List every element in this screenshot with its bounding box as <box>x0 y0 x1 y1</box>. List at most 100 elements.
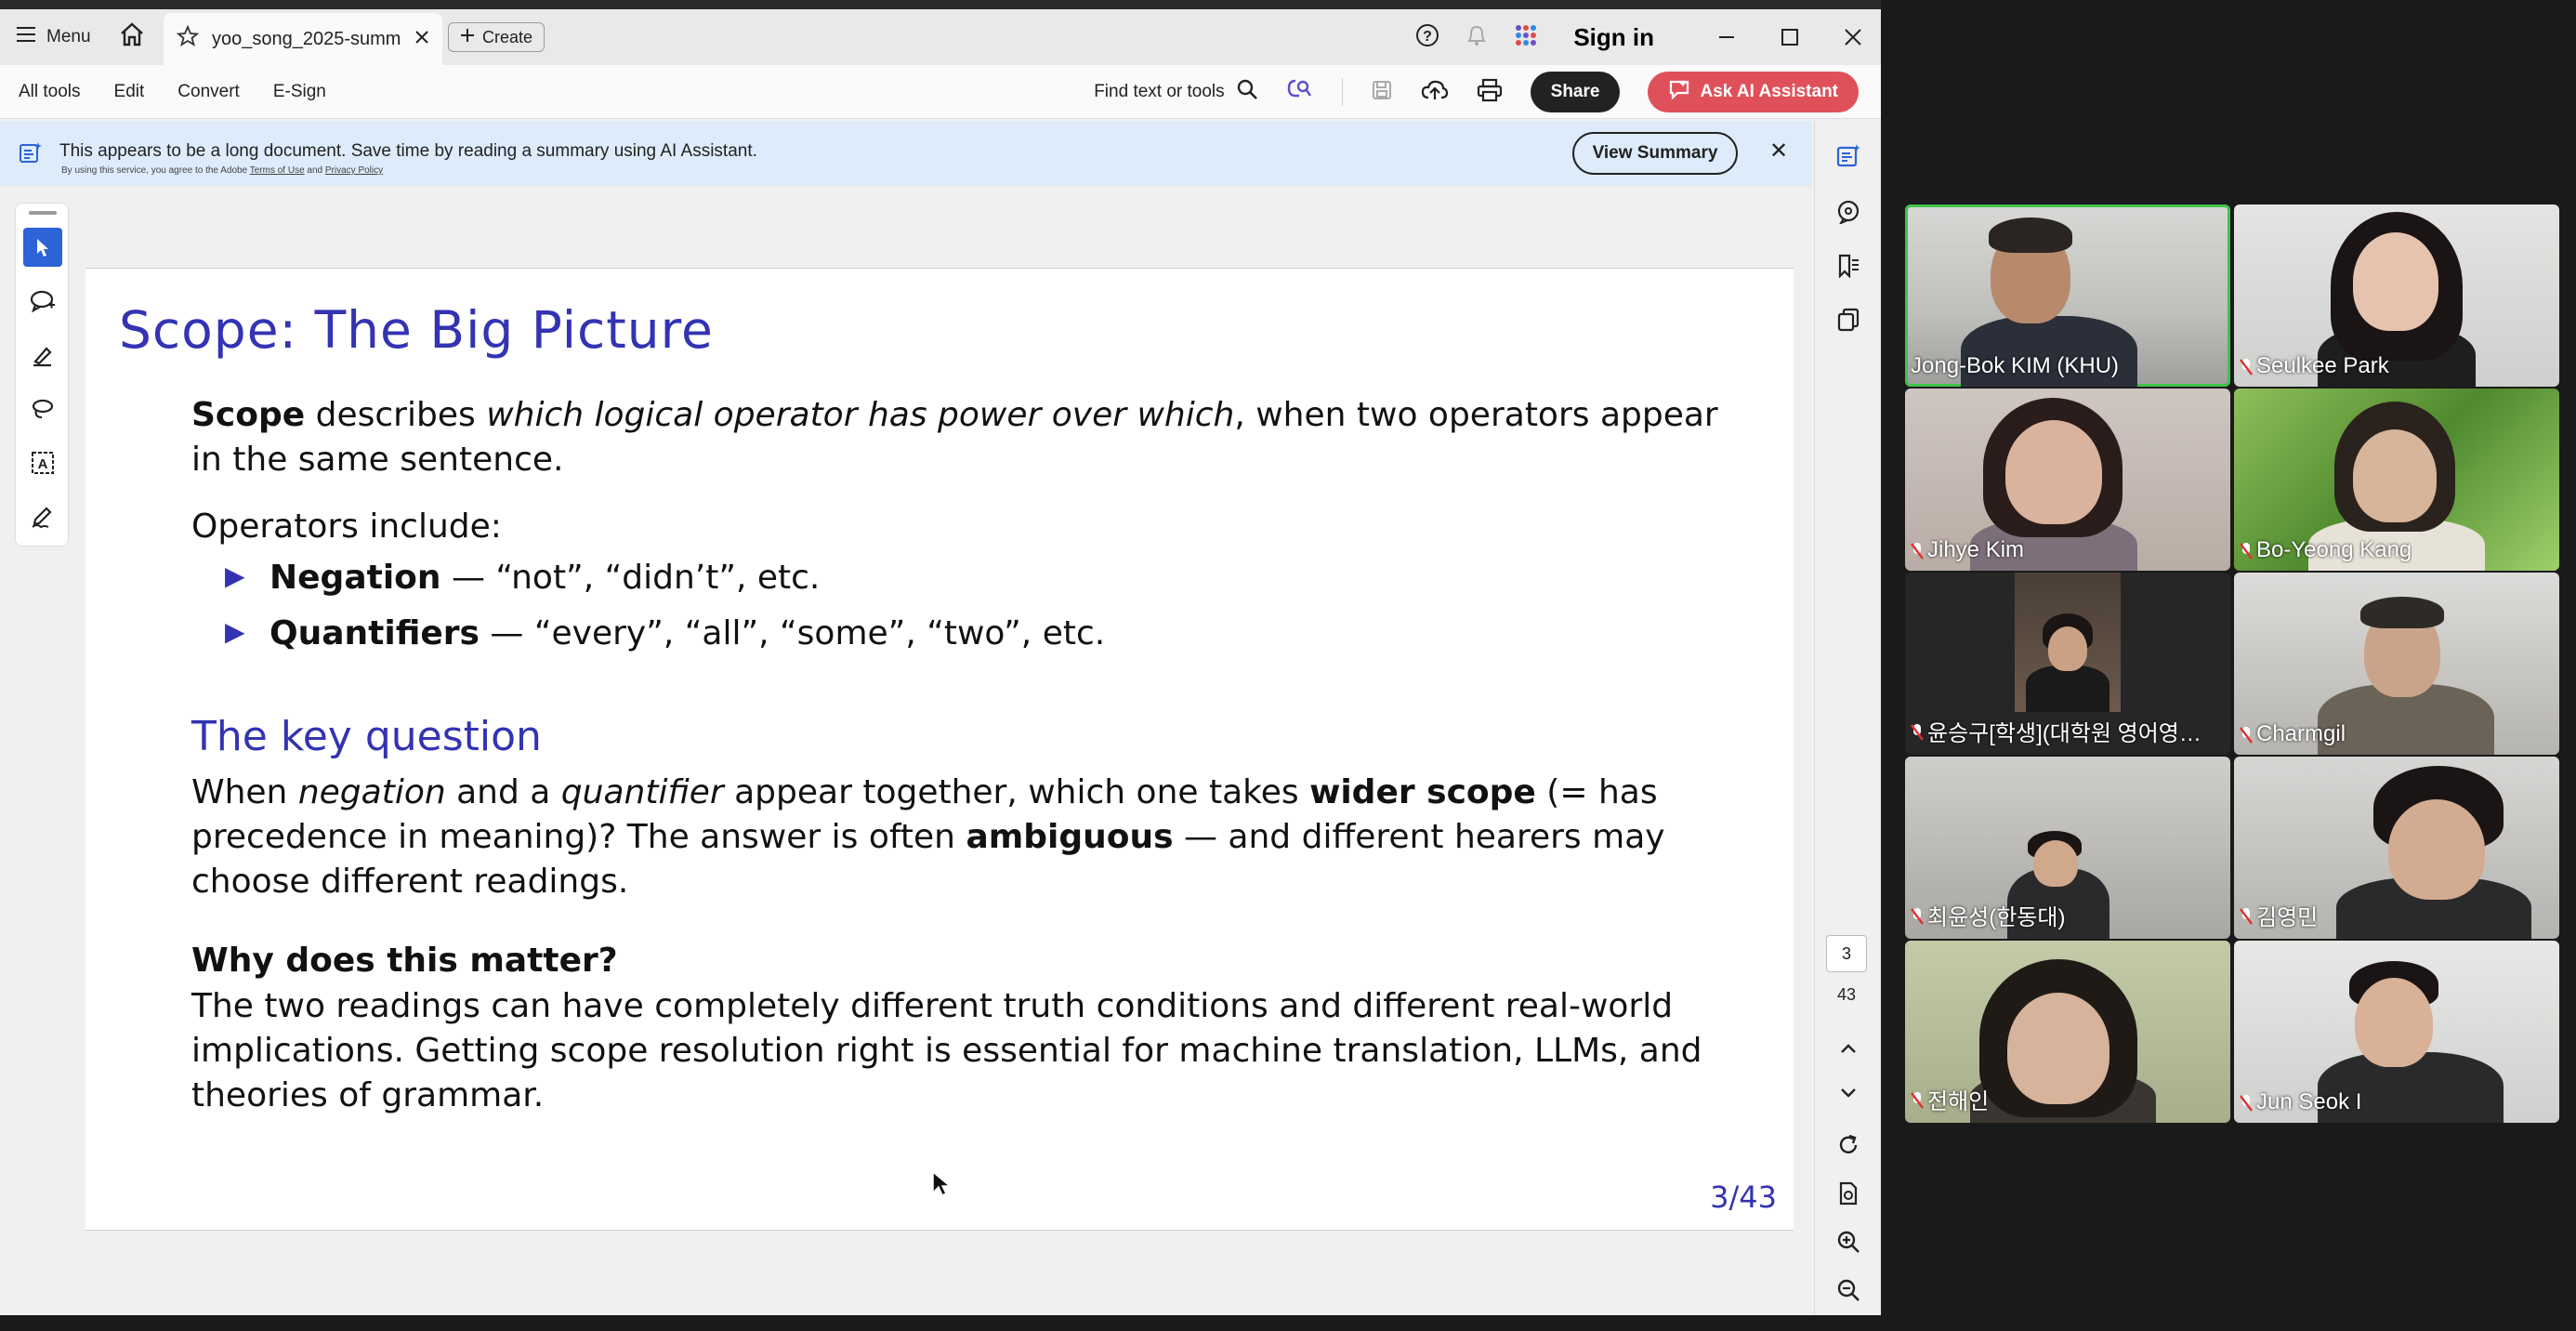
save-icon[interactable] <box>1371 79 1393 106</box>
participant-name-text: 김영민 <box>2256 905 2319 930</box>
zoom-out-icon[interactable] <box>1832 1273 1865 1307</box>
share-button[interactable]: Share <box>1530 72 1621 112</box>
rotate-refresh-icon[interactable] <box>1832 1128 1865 1162</box>
star-icon[interactable] <box>176 24 200 53</box>
participant-tile[interactable]: 최윤성(한동대) <box>1905 757 2230 939</box>
participant-name: Bo-Yeong Kang <box>2240 537 2412 563</box>
terms-of-use-link[interactable]: Terms of Use <box>250 165 305 176</box>
previous-page-icon[interactable] <box>1832 1032 1865 1065</box>
muted-mic-icon <box>2240 357 2253 376</box>
mouse-cursor-icon <box>931 1170 953 1203</box>
participant-tile[interactable]: Seulkee Park <box>2234 204 2559 387</box>
text-box-icon[interactable]: A <box>23 443 62 482</box>
comment-tool-icon[interactable] <box>23 282 62 321</box>
pdf-page: Scope: The Big Picture Scope describes w… <box>85 268 1794 1231</box>
cloud-upload-icon[interactable] <box>1421 79 1449 106</box>
menu-esign[interactable]: E-Sign <box>273 82 326 102</box>
current-page-input[interactable]: 3 <box>1826 935 1867 972</box>
rail-grip-handle[interactable] <box>29 211 57 215</box>
document-tab[interactable]: yoo_song_2025-summa... <box>164 13 442 65</box>
help-icon[interactable]: ? <box>1415 23 1439 52</box>
menu-convert[interactable]: Convert <box>177 82 240 102</box>
maximize-icon[interactable] <box>1771 28 1808 46</box>
kq-wider-scope: wider scope <box>1309 773 1536 811</box>
participant-name: 최윤성(한동대) <box>1911 899 2065 931</box>
participant-face <box>2033 840 2078 887</box>
participant-face <box>2048 626 2087 671</box>
p1-italic: which logical operator has power over wh… <box>486 396 1235 434</box>
kq-text-a: When <box>191 773 298 811</box>
total-pages: 43 <box>1836 985 1857 1004</box>
pages-panel-icon[interactable] <box>1832 303 1865 336</box>
highlight-pen-icon[interactable] <box>23 336 62 375</box>
close-window-icon[interactable] <box>1834 28 1872 46</box>
participant-tile[interactable]: Jong-Bok KIM (KHU) <box>1905 204 2230 387</box>
menu-all-tools[interactable]: All tools <box>19 82 81 102</box>
minimize-icon[interactable] <box>1708 28 1745 46</box>
menu-button[interactable]: Menu <box>17 22 91 52</box>
participant-tile[interactable]: Bo-Yeong Kang <box>2234 389 2559 571</box>
create-button[interactable]: Create <box>448 22 545 52</box>
sign-tool-icon[interactable] <box>23 497 62 536</box>
participant-face <box>2355 978 2433 1067</box>
quantifiers-term: Quantifiers <box>269 614 480 652</box>
toolbar-divider <box>1341 78 1343 106</box>
comments-panel-icon[interactable] <box>1832 195 1865 229</box>
slide-title: Scope: The Big Picture <box>119 300 714 360</box>
disclaimer-and: and <box>307 165 323 176</box>
notification-bell-icon[interactable] <box>1465 23 1488 52</box>
document-viewport[interactable]: Scope: The Big Picture Scope describes w… <box>80 186 1812 1315</box>
menu-edit[interactable]: Edit <box>114 82 145 102</box>
zoom-in-icon[interactable] <box>1832 1225 1865 1259</box>
participant-name: 전해인 <box>1911 1083 1989 1115</box>
participant-name: Jihye Kim <box>1911 537 2024 563</box>
find-tools-search[interactable]: Find text or tools <box>1094 78 1257 106</box>
why-text: The two readings can have completely dif… <box>191 987 1702 1114</box>
participant-name-text: 전해인 <box>1927 1089 1990 1114</box>
key-question-heading: The key question <box>191 713 542 760</box>
why-heading: Why does this matter? <box>191 942 618 980</box>
next-page-icon[interactable] <box>1832 1076 1865 1110</box>
close-banner-icon[interactable]: ✕ <box>1769 138 1788 165</box>
participant-name: Jong-Bok KIM (KHU) <box>1911 353 2119 379</box>
bullet-triangle-icon: ▶ <box>225 560 245 591</box>
participant-tile[interactable]: 김영민 <box>2234 757 2559 939</box>
muted-mic-icon <box>2240 1093 2253 1112</box>
quantifier-examples: — “every”, “all”, “some”, “two”, etc. <box>479 614 1106 652</box>
ask-ai-label: Ask AI Assistant <box>1700 82 1838 101</box>
participant-face <box>2353 232 2438 331</box>
participant-face <box>2005 420 2102 524</box>
sign-in-button[interactable]: Sign in <box>1573 23 1654 52</box>
muted-mic-icon <box>2240 725 2253 744</box>
negation-examples: — “not”, “didn’t”, etc. <box>440 559 821 597</box>
muted-mic-icon <box>1911 1090 1924 1109</box>
ai-assistant-icon <box>1668 79 1690 105</box>
home-button[interactable] <box>115 20 149 54</box>
bookmarks-panel-icon[interactable] <box>1832 249 1865 283</box>
view-summary-button[interactable]: View Summary <box>1572 132 1738 175</box>
select-tool-icon[interactable] <box>23 228 62 267</box>
muted-mic-icon <box>1911 541 1924 560</box>
right-rail: 3 43 <box>1814 121 1881 1315</box>
participant-name-text: Charmgil <box>2256 721 2346 746</box>
scope-term: Scope <box>191 396 306 434</box>
ai-summary-panel-icon[interactable] <box>1832 139 1865 173</box>
ask-ai-assistant-button[interactable]: Ask AI Assistant <box>1648 72 1859 112</box>
draw-lasso-icon[interactable] <box>23 389 62 428</box>
participant-tile[interactable]: Jun Seok I <box>2234 941 2559 1123</box>
muted-mic-icon <box>2240 906 2253 925</box>
print-icon[interactable] <box>1477 78 1503 107</box>
participant-tile[interactable]: 윤승구[학생](대학원 영어영… <box>1905 573 2230 755</box>
participant-name: Seulkee Park <box>2240 353 2389 379</box>
privacy-policy-link[interactable]: Privacy Policy <box>325 165 383 176</box>
find-label: Find text or tools <box>1094 82 1225 101</box>
participant-tile[interactable]: Jihye Kim <box>1905 389 2230 571</box>
disclaimer-text: By using this service, you agree to the … <box>61 165 248 176</box>
ai-tools-icon[interactable] <box>1286 77 1314 108</box>
page-fit-icon[interactable] <box>1832 1177 1865 1210</box>
participant-tile[interactable]: 전해인 <box>1905 941 2230 1123</box>
participant-tile[interactable]: Charmgil <box>2234 573 2559 755</box>
apps-grid-icon[interactable] <box>1514 23 1538 52</box>
participant-name: 김영민 <box>2240 899 2318 931</box>
close-tab-icon[interactable] <box>414 29 429 50</box>
